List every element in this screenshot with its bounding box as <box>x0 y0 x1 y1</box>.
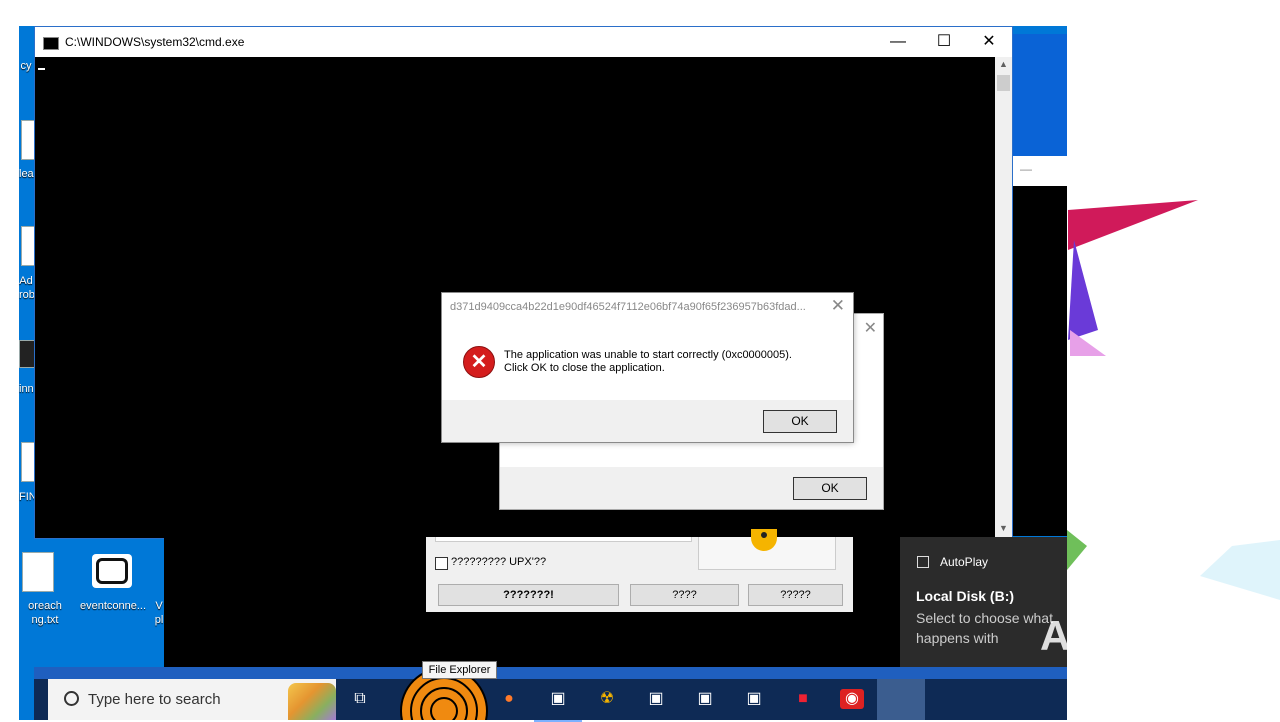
checkbox-label: ????????? UPX'?? <box>451 556 547 568</box>
background-window <box>34 667 1067 679</box>
background-window <box>1010 186 1067 536</box>
window-title: C:\WINDOWS\system32\cmd.exe <box>65 35 245 49</box>
red-app-icon: ◉ <box>840 689 864 709</box>
notification-app-name: AutoPlay <box>940 555 989 569</box>
taskbar-app[interactable]: ▣ <box>534 679 582 722</box>
error-message-line: Click OK to close the application. <box>504 362 665 374</box>
document-icon[interactable] <box>21 442 35 482</box>
decorative-shape <box>1200 540 1280 600</box>
scroll-up-icon[interactable]: ▲ <box>995 59 1012 69</box>
task-view-button[interactable]: ⧉ <box>336 679 384 720</box>
taskbar-app[interactable]: ▣ <box>632 679 680 720</box>
radiation-app-icon: ☢ <box>599 690 615 707</box>
file-explorer-tooltip: File Explorer <box>422 661 497 679</box>
background-window: — <box>1010 156 1067 186</box>
notification-text: Select to choose what happens with remov… <box>916 610 1053 646</box>
desktop-icon-label[interactable]: FIN <box>19 490 37 504</box>
error-message-line: The application was unable to start corr… <box>504 349 792 361</box>
document-icon[interactable] <box>21 120 35 160</box>
upx-checkbox[interactable] <box>435 557 448 570</box>
autoplay-icon <box>917 556 929 568</box>
window-app-icon: ▣ <box>746 690 762 707</box>
vertical-scrollbar[interactable]: ▲ ▼ <box>995 57 1012 538</box>
notification-title: Local Disk (B:) <box>916 588 1015 604</box>
taskbar-app[interactable]: ▣ <box>730 679 778 720</box>
decorative-shape <box>1068 200 1198 250</box>
text-field[interactable] <box>435 537 692 542</box>
taskbar-app[interactable]: ■ <box>779 679 827 720</box>
text-cursor <box>38 68 45 70</box>
close-button[interactable]: ✕ <box>831 296 845 316</box>
error-dialog: d371d9409cca4b22d1e90df46524f7112e06bf74… <box>441 292 854 443</box>
decorative-shape <box>1067 530 1087 570</box>
window-app-icon: ▣ <box>697 690 713 707</box>
error-message: The application was unable to start corr… <box>504 349 792 375</box>
upx-dialog: ????????? UPX'?? ???????! ???? ????? <box>426 529 853 612</box>
dialog-footer: OK <box>500 467 883 509</box>
error-icon: ✕ <box>463 346 495 378</box>
minimize-button[interactable]: — <box>875 27 921 57</box>
desktop-icon-label[interactable]: cy <box>19 59 33 73</box>
search-highlight-image <box>288 683 336 720</box>
taskbar: Type here to search ⧉ ● ▣ ☢ ▣ ▣ ▣ ■ ◉ <box>34 679 1067 722</box>
scrollbar-thumb[interactable] <box>997 75 1010 91</box>
taskbar-app[interactable]: ▣ <box>681 679 729 720</box>
desktop-icon-label[interactable]: lea <box>19 167 34 181</box>
window-app-icon: ▣ <box>550 690 566 707</box>
ok-button[interactable]: OK <box>763 410 837 433</box>
maximize-button[interactable]: ☐ <box>921 27 967 57</box>
dialog-title: d371d9409cca4b22d1e90df46524f7112e06bf74… <box>450 301 806 313</box>
upx-button[interactable]: ???? <box>630 584 739 606</box>
taskbar-app-firefox[interactable]: ● <box>485 679 533 720</box>
desktop-icon-label[interactable]: Ad rob <box>19 274 35 302</box>
task-view-icon: ⧉ <box>354 690 366 707</box>
search-icon <box>64 691 79 706</box>
desktop-icon-label[interactable]: inn <box>19 382 34 396</box>
cmd-icon <box>43 37 59 50</box>
radiation-icon <box>751 529 777 551</box>
close-button[interactable]: ✕ <box>864 318 877 338</box>
ok-button[interactable]: OK <box>793 477 867 500</box>
close-button[interactable]: ✕ <box>966 27 1012 57</box>
title-bar[interactable]: C:\WINDOWS\system32\cmd.exe — ☐ ✕ <box>35 27 1012 57</box>
upx-primary-button[interactable]: ???????! <box>438 584 619 606</box>
desktop-icon-label[interactable]: oreach ng.txt <box>19 599 71 627</box>
app-icon[interactable] <box>19 340 35 368</box>
show-desktop-area[interactable] <box>877 679 925 720</box>
taskbar-app[interactable]: ☢ <box>583 679 631 720</box>
search-placeholder: Type here to search <box>88 691 221 708</box>
text-file-icon[interactable] <box>22 552 54 592</box>
colorful-app-icon: ■ <box>798 690 808 707</box>
anyrun-watermark: ANY RUN <box>1040 612 1238 659</box>
desktop-icon-label[interactable]: eventconne... <box>75 599 151 613</box>
eventconnect-app-icon[interactable] <box>92 554 132 588</box>
taskbar-search-box[interactable]: Type here to search <box>48 679 336 720</box>
firefox-icon: ● <box>504 690 514 707</box>
document-icon[interactable] <box>21 226 35 266</box>
scroll-down-icon[interactable]: ▼ <box>995 523 1012 533</box>
upx-button[interactable]: ????? <box>748 584 843 606</box>
dialog-footer: OK <box>442 400 853 442</box>
decorative-shape <box>1068 240 1098 340</box>
taskbar-app[interactable]: ◉ <box>828 679 876 720</box>
window-app-icon: ▣ <box>648 690 664 707</box>
image-panel <box>698 529 836 570</box>
background-window <box>1010 34 1067 156</box>
